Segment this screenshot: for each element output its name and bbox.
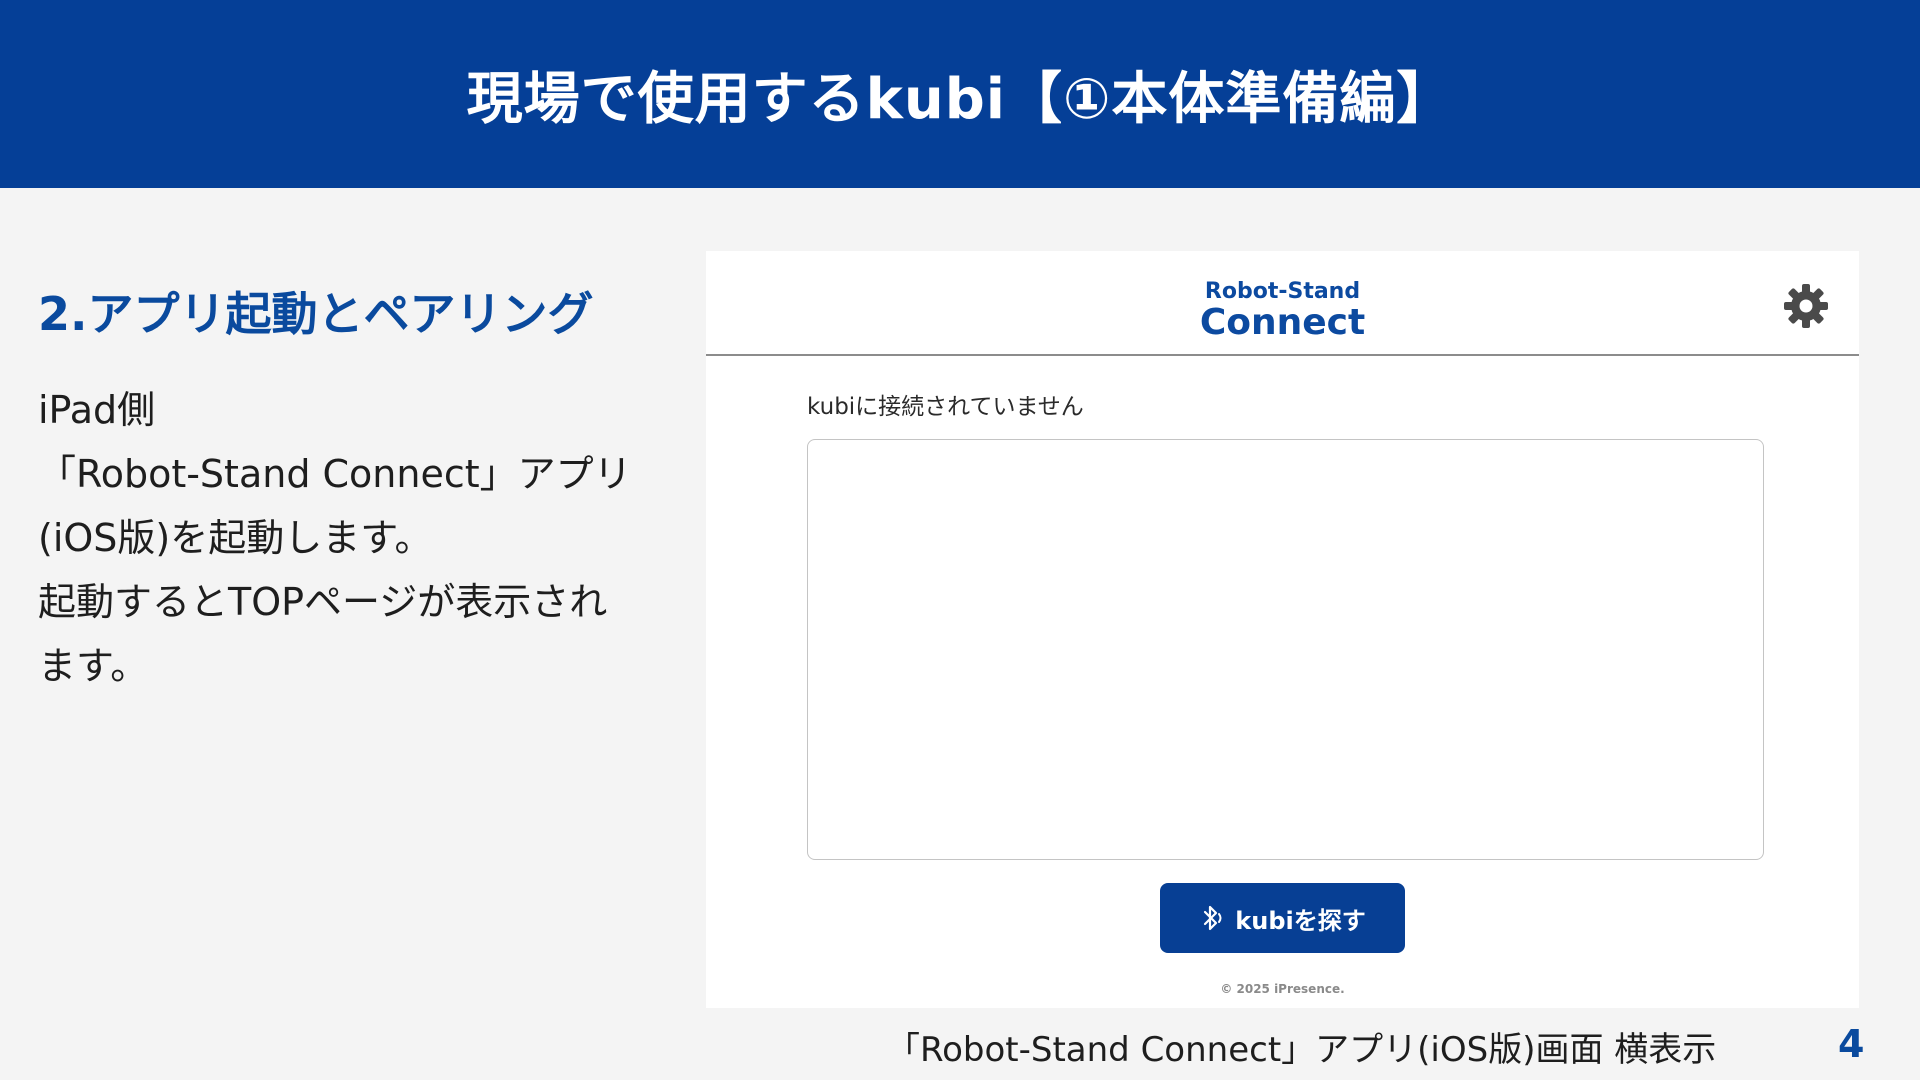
slide-title: 現場で使用するkubi【①本体準備編】 bbox=[466, 66, 1454, 132]
copyright-text: © 2025 iPresence. bbox=[1220, 982, 1345, 996]
body-text: iPad側 「Robot-Stand Connect」アプリ (iOS版)を起動… bbox=[38, 378, 658, 698]
body-line: 起動するとTOPページが表示され bbox=[38, 580, 608, 624]
logo-top-text: Robot-Stand bbox=[1204, 279, 1361, 304]
bluetooth-icon bbox=[1204, 905, 1222, 931]
device-list[interactable] bbox=[807, 439, 1764, 860]
section-title: 2.アプリ起動とペアリング bbox=[38, 287, 594, 341]
body-line: ます。 bbox=[38, 644, 149, 688]
app-logo: Robot-Stand Connect bbox=[706, 281, 1859, 341]
body-line: 「Robot-Stand Connect」アプリ bbox=[38, 452, 632, 496]
settings-button[interactable] bbox=[1782, 282, 1830, 330]
slide-header: 現場で使用するkubi【①本体準備編】 bbox=[0, 0, 1920, 188]
logo-bottom-text: Connect bbox=[1199, 302, 1366, 343]
body-line: iPad側 bbox=[38, 388, 156, 432]
body-line: (iOS版)を起動します。 bbox=[38, 516, 433, 560]
page-number: 4 bbox=[1838, 1022, 1865, 1066]
image-caption: 「Robot-Stand Connect」アプリ(iOS版)画面 横表示 bbox=[886, 1030, 1717, 1070]
app-header: Robot-Stand Connect bbox=[706, 251, 1859, 356]
connection-status: kubiに接続されていません bbox=[807, 394, 1084, 420]
find-kubi-button[interactable]: kubiを探す bbox=[1160, 883, 1405, 953]
app-screenshot: Robot-Stand Connect kubiに接続されていません kubiを… bbox=[706, 251, 1859, 1008]
find-kubi-label: kubiを探す bbox=[1235, 906, 1366, 935]
gear-icon bbox=[1784, 284, 1828, 328]
